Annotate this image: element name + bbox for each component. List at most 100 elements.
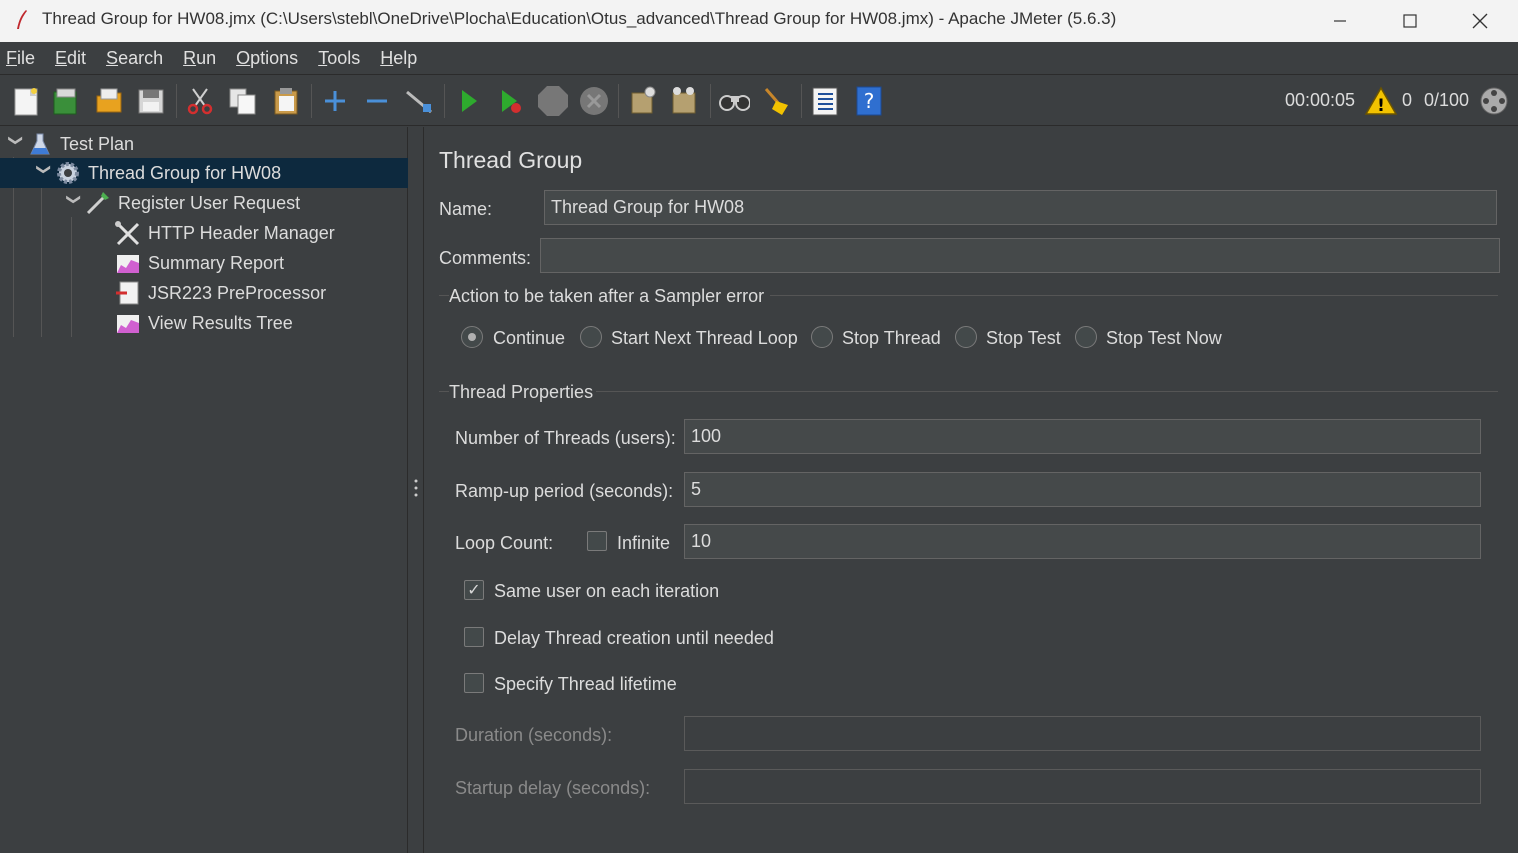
duration-field[interactable]	[684, 716, 1481, 751]
minimize-button[interactable]	[1305, 0, 1375, 42]
cut-icon	[187, 88, 213, 115]
chevron-down-icon[interactable]: ❯	[66, 193, 83, 213]
radio-continue[interactable]	[461, 326, 483, 348]
chevron-down-icon[interactable]: ❯	[36, 163, 53, 183]
menu-bar: File Edit Search Run Options Tools Help	[0, 42, 1518, 75]
active-threads: 0/100	[1424, 90, 1470, 110]
tree-item-label: View Results Tree	[148, 312, 293, 333]
comments-field[interactable]	[540, 238, 1500, 273]
svg-text:!: !	[1377, 96, 1385, 116]
warning-icon[interactable]: !	[1364, 86, 1398, 116]
maximize-button[interactable]	[1375, 0, 1445, 42]
expand-all-button[interactable]	[319, 84, 351, 118]
copy-icon	[229, 88, 256, 115]
shutdown-button[interactable]	[578, 84, 610, 118]
help-icon: ?	[856, 86, 882, 116]
stop-button[interactable]	[536, 84, 568, 118]
jmeter-feather-icon	[17, 10, 27, 29]
rampup-field[interactable]: 5	[684, 472, 1481, 507]
menu-tools[interactable]: Tools	[318, 48, 360, 69]
loop-count-label: Loop Count:	[455, 533, 554, 553]
radio-stop-test-now[interactable]	[1075, 326, 1097, 348]
tree-item-summary-report[interactable]: Summary Report	[0, 248, 408, 278]
radio-start-next-thread-loop[interactable]	[580, 326, 602, 348]
splitter-grip-icon[interactable]	[414, 479, 418, 497]
tree-item-register-user-request[interactable]: ❯ Register User Request	[0, 188, 408, 218]
threads-field[interactable]: 100	[684, 419, 1481, 454]
tree-item-http-header-manager[interactable]: HTTP Header Manager	[0, 218, 408, 248]
function-helper-button[interactable]	[809, 84, 841, 118]
start-button[interactable]	[452, 84, 484, 118]
menu-file[interactable]: File	[6, 48, 35, 69]
collapse-all-button[interactable]	[361, 84, 393, 118]
thread-lifetime-checkbox[interactable]	[464, 673, 484, 693]
preprocessor-icon	[114, 280, 142, 306]
toolbar: ? 00:00:05 ! 0 0/100	[0, 76, 1518, 126]
tree-item-label: Thread Group for HW08	[88, 162, 282, 183]
copy-button[interactable]	[227, 84, 259, 118]
new-button[interactable]	[10, 84, 42, 118]
delay-thread-label: Delay Thread creation until needed	[494, 628, 774, 648]
help-button[interactable]: ?	[853, 84, 885, 118]
open-button[interactable]	[93, 84, 125, 118]
expand-icon	[325, 91, 345, 111]
close-button[interactable]	[1445, 0, 1515, 42]
clear-all-icon	[672, 87, 696, 114]
delay-thread-checkbox[interactable]	[464, 627, 484, 647]
warning-count: 0	[1402, 90, 1413, 110]
loop-count-field[interactable]: 10	[684, 524, 1481, 559]
radio-start-next-thread-loop-label: Start Next Thread Loop	[611, 328, 798, 348]
cut-button[interactable]	[184, 84, 216, 118]
same-user-checkbox[interactable]: ✓	[464, 580, 484, 600]
menu-options[interactable]: Options	[236, 48, 298, 69]
group-border	[770, 295, 1498, 296]
panel-splitter[interactable]	[408, 127, 424, 853]
tree-item-view-results-tree[interactable]: View Results Tree	[0, 308, 408, 338]
thread-group-panel: Thread Group Name: Thread Group for HW08…	[424, 127, 1518, 853]
search-button[interactable]	[718, 84, 750, 118]
templates-icon	[53, 88, 77, 115]
tree-item-label: Test Plan	[60, 133, 135, 154]
radio-stop-thread[interactable]	[811, 326, 833, 348]
templates-button[interactable]	[50, 84, 82, 118]
toggle-button[interactable]	[403, 84, 435, 118]
reset-search-icon	[764, 88, 788, 115]
save-button[interactable]	[135, 84, 167, 118]
thread-lifetime-label: Specify Thread lifetime	[494, 674, 677, 694]
tree-item-thread-group[interactable]: ❯ Thread Group for HW08	[0, 158, 408, 188]
same-user-label: Same user on each iteration	[494, 581, 720, 601]
thread-group-icon	[54, 160, 82, 186]
menu-help[interactable]: Help	[380, 48, 417, 69]
menu-edit[interactable]: Edit	[55, 48, 86, 69]
paste-icon	[274, 88, 298, 115]
svg-text:?: ?	[864, 89, 875, 113]
name-field[interactable]: Thread Group for HW08	[544, 190, 1497, 225]
toolbar-separator	[710, 84, 711, 118]
error-action-title: Action to be taken after a Sampler error	[449, 286, 765, 306]
report-icon	[114, 250, 142, 276]
panel-title: Thread Group	[439, 147, 583, 173]
toolbar-separator	[618, 84, 619, 118]
reset-search-button[interactable]	[760, 84, 792, 118]
infinite-checkbox[interactable]	[587, 531, 607, 551]
tree-item-jsr223-preprocessor[interactable]: JSR223 PreProcessor	[0, 278, 408, 308]
start-no-pauses-button[interactable]	[494, 84, 526, 118]
rampup-label: Ramp-up period (seconds):	[455, 481, 674, 501]
menu-search[interactable]: Search	[106, 48, 163, 69]
group-border	[596, 391, 1498, 392]
chevron-down-icon[interactable]: ❯	[8, 134, 25, 154]
paste-button[interactable]	[270, 84, 302, 118]
startup-delay-field[interactable]	[684, 769, 1481, 804]
clear-all-button[interactable]	[668, 84, 700, 118]
threads-label: Number of Threads (users):	[455, 428, 676, 448]
tree-item-label: JSR223 PreProcessor	[148, 282, 327, 303]
collapse-icon	[367, 99, 387, 103]
toolbar-separator	[444, 84, 445, 118]
test-plan-tree: ❯ Test Plan ❯ Thread Group for HW08 ❯ Re…	[0, 127, 408, 853]
clear-button[interactable]	[626, 84, 658, 118]
radio-stop-test[interactable]	[955, 326, 977, 348]
window-title: Thread Group for HW08.jmx (C:\Users\steb…	[42, 9, 1117, 28]
stop-icon	[538, 86, 568, 116]
menu-run[interactable]: Run	[183, 48, 216, 69]
tree-item-test-plan[interactable]: ❯ Test Plan	[0, 129, 408, 159]
